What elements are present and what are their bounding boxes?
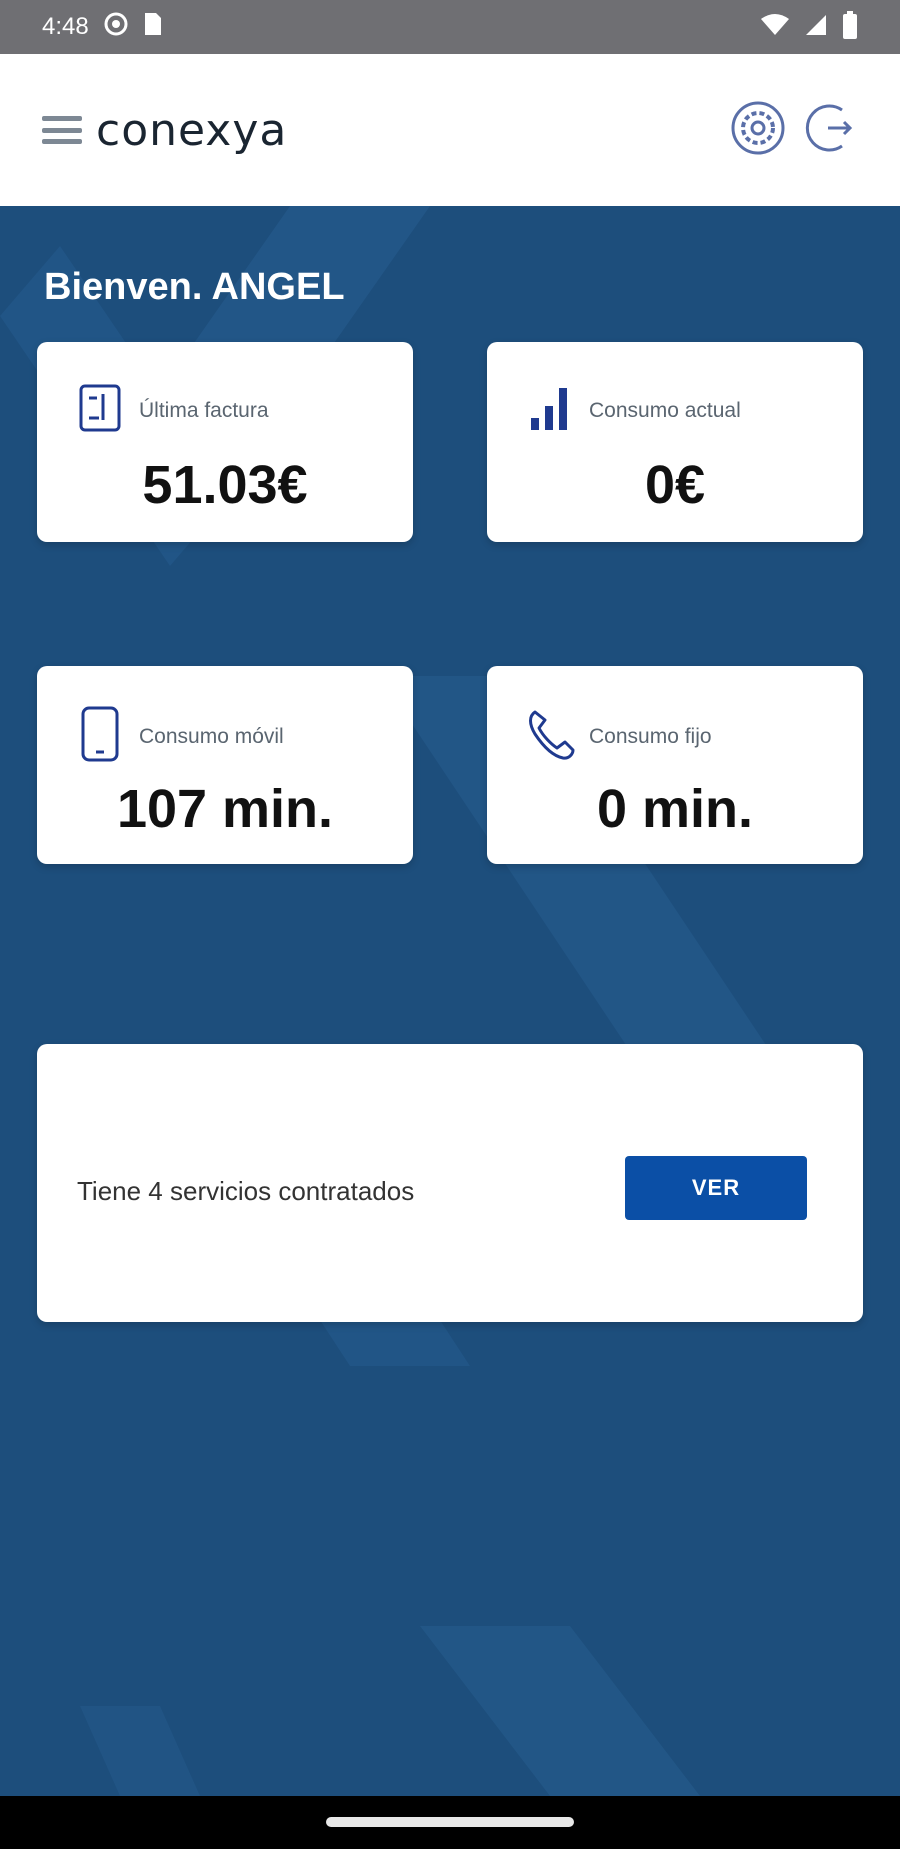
gear-icon bbox=[730, 100, 786, 161]
status-bar: 4:48 bbox=[0, 0, 900, 54]
card-header: Consumo fijo bbox=[525, 706, 712, 767]
main-content: Bienven. ANGEL Última factura 51.03€ Con… bbox=[0, 206, 900, 1796]
last-invoice-card[interactable]: Última factura 51.03€ bbox=[37, 342, 413, 542]
smartphone-icon bbox=[75, 706, 125, 767]
menu-icon[interactable] bbox=[42, 116, 82, 144]
invoice-icon bbox=[75, 382, 125, 439]
wifi-icon bbox=[760, 13, 790, 42]
notification-icon bbox=[103, 11, 129, 44]
card-label: Consumo fijo bbox=[589, 724, 712, 748]
app-header: conexya bbox=[0, 54, 900, 206]
cell-signal-icon bbox=[804, 13, 828, 42]
status-right bbox=[760, 10, 858, 44]
signal-bars-icon bbox=[525, 382, 575, 439]
brand: conexya bbox=[42, 105, 287, 156]
view-services-button[interactable]: VER bbox=[625, 1156, 807, 1220]
battery-icon bbox=[842, 10, 858, 44]
card-value: 0€ bbox=[644, 455, 706, 515]
header-actions bbox=[730, 100, 858, 161]
card-value: 51.03€ bbox=[142, 455, 308, 515]
card-label: Última factura bbox=[139, 398, 269, 422]
status-left: 4:48 bbox=[42, 11, 163, 44]
card-label: Consumo actual bbox=[589, 398, 741, 422]
services-text: Tiene 4 servicios contratados bbox=[77, 1176, 415, 1206]
sim-card-icon bbox=[143, 11, 163, 44]
card-header: Consumo móvil bbox=[75, 706, 284, 767]
phone-icon bbox=[525, 706, 575, 767]
status-time: 4:48 bbox=[42, 13, 89, 40]
services-card: Tiene 4 servicios contratados VER bbox=[37, 1044, 863, 1322]
landline-usage-card[interactable]: Consumo fijo 0 min. bbox=[487, 666, 863, 864]
card-header: Consumo actual bbox=[525, 382, 741, 439]
logout-button[interactable] bbox=[802, 102, 858, 158]
greeting: Bienven. ANGEL bbox=[44, 266, 345, 308]
card-value: 107 min. bbox=[116, 779, 334, 839]
home-gesture-handle[interactable] bbox=[326, 1817, 574, 1827]
card-header: Última factura bbox=[75, 382, 269, 439]
card-label: Consumo móvil bbox=[139, 724, 284, 748]
current-usage-card[interactable]: Consumo actual 0€ bbox=[487, 342, 863, 542]
card-value: 0 min. bbox=[596, 779, 754, 839]
settings-button[interactable] bbox=[730, 100, 786, 161]
logo: conexya bbox=[96, 104, 288, 156]
mobile-usage-card[interactable]: Consumo móvil 107 min. bbox=[37, 666, 413, 864]
navigation-bar bbox=[0, 1796, 900, 1849]
logout-icon bbox=[802, 100, 858, 161]
